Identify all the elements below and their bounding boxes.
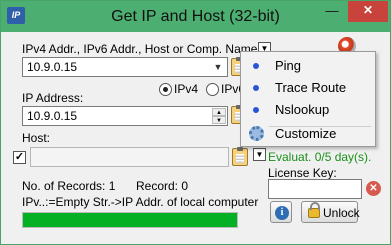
ipv6-radio[interactable] <box>206 83 219 96</box>
spin-up-icon[interactable]: ▲ <box>212 108 226 116</box>
dropdown-arrow-icon: ▼ <box>255 150 264 159</box>
info-button[interactable]: i <box>270 201 292 223</box>
license-key-label: License Key: <box>268 166 337 180</box>
clear-icon[interactable]: ✕ <box>366 181 381 196</box>
progress-fill <box>23 213 237 227</box>
evaluation-status: Evaluat. 0/5 day(s). <box>268 150 372 164</box>
title-bar: IP Get IP and Host (32-bit) — ✕ <box>1 1 390 32</box>
host-checkbox[interactable]: ✓ <box>13 151 26 164</box>
host-field[interactable] <box>30 147 229 167</box>
menu-item-label: Nslookup <box>275 102 330 117</box>
host-label: Host: <box>22 131 51 145</box>
hint-text: IPv..:=Empty Str.->IP Addr. of local com… <box>22 195 259 209</box>
menu-item-label: Customize <box>275 126 337 141</box>
close-icon: ✕ <box>362 3 374 17</box>
menu-item-ping[interactable]: Ping <box>241 55 375 77</box>
ip-address-field[interactable]: 10.9.0.15 ▲ ▼ <box>22 106 228 126</box>
progress-bar <box>22 212 238 228</box>
menu-item-customize[interactable]: Customize <box>241 123 375 145</box>
clipboard-icon[interactable] <box>232 147 248 166</box>
menu-item-label: Trace Route <box>275 80 347 95</box>
minimize-button[interactable]: — <box>320 1 344 22</box>
unlock-button[interactable]: Unlock <box>301 201 360 223</box>
dot-icon <box>253 63 259 69</box>
spin-down-icon[interactable]: ▼ <box>212 116 226 124</box>
dot-icon <box>253 107 259 113</box>
unlock-label: Unlock <box>323 206 360 220</box>
ip-address-label: IP Address: <box>22 91 84 105</box>
ip-address-value: 10.9.0.15 <box>27 109 78 123</box>
close-button[interactable]: ✕ <box>348 1 388 22</box>
ipv4-label: IPv4 <box>174 82 199 96</box>
dropdown-arrow-icon[interactable]: ▼ <box>210 59 226 75</box>
app-window: IP Get IP and Host (32-bit) — ✕ IPv4 Add… <box>0 0 391 245</box>
address-combo[interactable]: 10.9.0.15 ▼ <box>22 57 228 77</box>
menu-item-nslookup[interactable]: Nslookup <box>241 99 375 121</box>
lock-icon <box>308 202 320 218</box>
menu-item-label: Ping <box>275 58 302 73</box>
address-input[interactable]: 10.9.0.15 <box>27 60 77 74</box>
license-key-input[interactable] <box>268 179 362 199</box>
records-count: No. of Records: 1 <box>22 179 116 193</box>
menu-item-trace-route[interactable]: Trace Route <box>241 77 375 99</box>
tools-menu: Ping Trace Route Nslookup Customize <box>240 51 376 147</box>
info-icon: i <box>275 206 289 220</box>
gear-icon <box>249 126 264 141</box>
address-label: IPv4 Addr., IPv6 Addr., Host or Comp. Na… <box>22 42 261 56</box>
dot-icon <box>253 85 259 91</box>
record-index: Record: 0 <box>136 179 189 193</box>
host-menu-button[interactable]: ▼ <box>253 148 266 161</box>
ipv4-radio[interactable] <box>159 83 172 96</box>
minimize-icon: — <box>325 3 339 18</box>
